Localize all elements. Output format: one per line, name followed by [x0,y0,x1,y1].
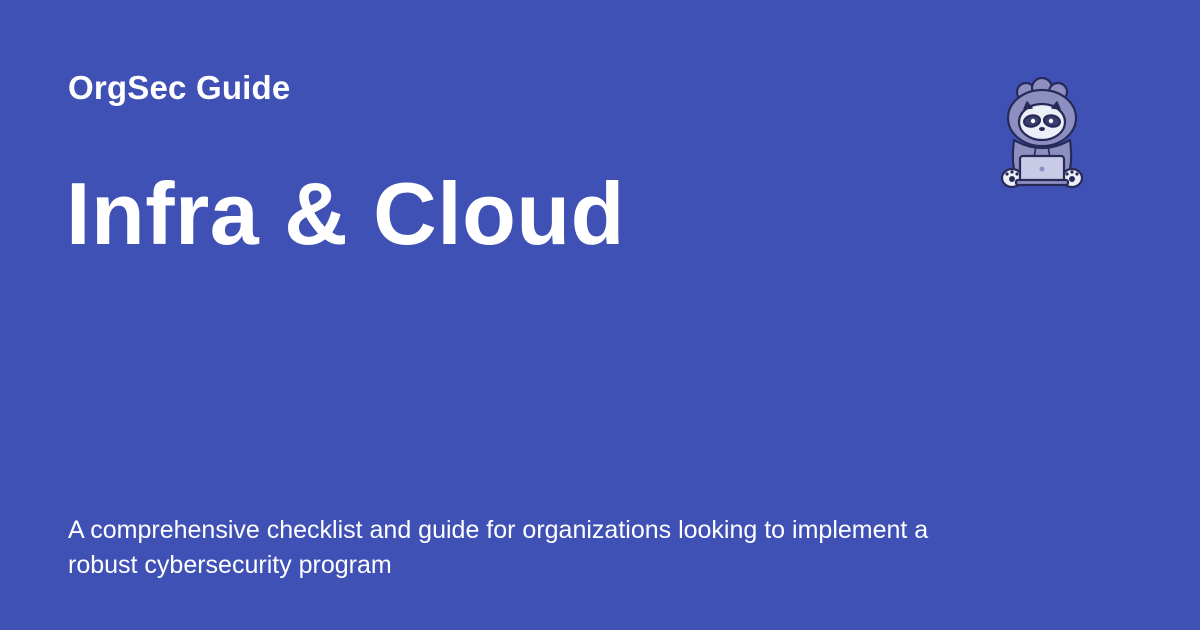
page-description: A comprehensive checklist and guide for … [68,516,929,579]
hacker-raccoon-mascot-icon [1000,76,1084,189]
site-name: OrgSec Guide [68,69,291,106]
page-title: Infra & Cloud [66,164,625,263]
social-card: OrgSec Guide Infra & Cloud A comprehensi… [0,0,1200,630]
